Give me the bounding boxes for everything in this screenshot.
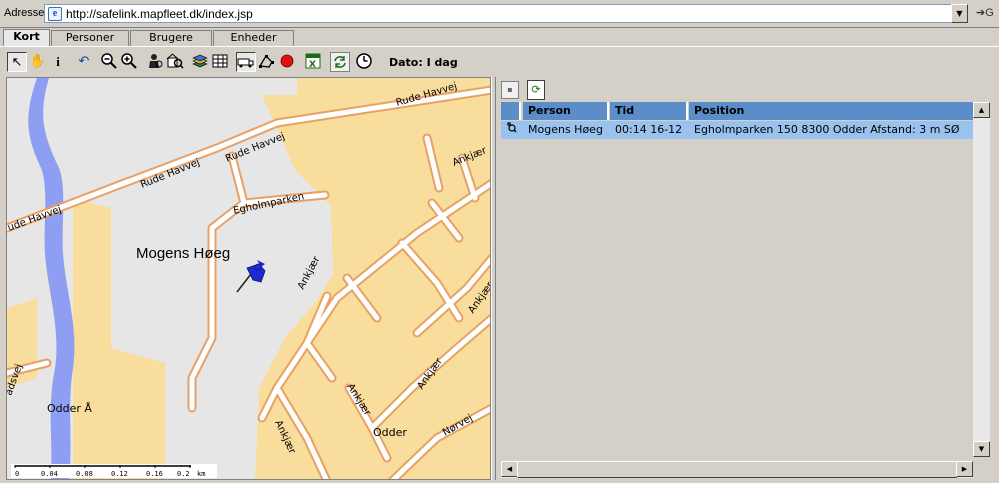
page-icon: e xyxy=(48,7,62,21)
undo-icon[interactable]: ↶ xyxy=(74,52,94,72)
svg-text:X: X xyxy=(309,60,316,70)
go-button[interactable]: ➔G xyxy=(976,6,994,19)
road-label-ankjaer-2: Ankjær xyxy=(296,254,323,291)
address-url[interactable]: http://safelink.mapfleet.dk/index.jsp xyxy=(66,7,253,21)
horizontal-scroll-thumb[interactable] xyxy=(517,461,957,478)
refresh-list-icon[interactable]: ⟳ xyxy=(527,80,545,100)
cell-tid: 00:14 16-12 xyxy=(615,123,683,136)
scale-tick-1: 0.04 xyxy=(41,470,58,478)
scale-tick-2: 0.08 xyxy=(76,470,93,478)
zoom-in-icon[interactable] xyxy=(119,52,139,72)
scroll-up-button[interactable]: ▲ xyxy=(973,102,990,118)
address-input[interactable]: e http://safelink.mapfleet.dk/index.jsp xyxy=(44,4,968,23)
column-header-position[interactable]: Position xyxy=(689,102,973,120)
go-arrow-icon: ➔ xyxy=(976,7,986,19)
date-label: Dato: I dag xyxy=(389,56,458,69)
go-label: G xyxy=(985,7,994,19)
person-marker-label: Mogens Høeg xyxy=(136,245,230,262)
excel-icon[interactable]: X xyxy=(303,52,323,72)
address-bar: Adresse e http://safelink.mapfleet.dk/in… xyxy=(0,0,999,28)
hand-icon[interactable]: ✋ xyxy=(28,52,48,72)
place-label-odder: Odder xyxy=(373,426,407,439)
route-icon[interactable] xyxy=(236,52,256,72)
select-all-checkbox[interactable]: ▪ xyxy=(501,81,519,99)
scale-tick-0: 0 xyxy=(15,470,19,478)
scale-tick-5: 0.2 xyxy=(177,470,190,478)
layers-icon[interactable] xyxy=(190,52,210,72)
panel-splitter[interactable] xyxy=(491,77,496,480)
column-header-tid[interactable]: Tid xyxy=(610,102,688,120)
clock-icon[interactable] xyxy=(354,52,374,72)
info-icon[interactable]: i xyxy=(48,52,68,72)
scale-bar: 0 0.04 0.08 0.12 0.16 0.2 km xyxy=(11,464,217,478)
zoom-out-icon[interactable] xyxy=(99,52,119,72)
scroll-down-button[interactable]: ▼ xyxy=(973,441,990,457)
map-view[interactable]: Rude Havvej Rude Havvej Rude Havvej ude … xyxy=(6,77,491,480)
scale-unit: km xyxy=(197,470,205,478)
tab-enheder[interactable]: Enheder xyxy=(213,30,294,46)
column-header-person[interactable]: Person xyxy=(523,102,609,120)
find-person-icon[interactable] xyxy=(145,52,165,72)
grid-icon[interactable] xyxy=(210,52,230,72)
person-pin-icon[interactable] xyxy=(236,260,266,293)
address-label: Adresse xyxy=(4,7,45,19)
address-dropdown-button[interactable]: ▼ xyxy=(951,4,968,23)
positions-table: Person Tid Position Mogens Høeg 00:14 16… xyxy=(501,102,973,467)
find-address-icon[interactable] xyxy=(165,52,185,72)
tab-kort[interactable]: Kort xyxy=(3,29,50,46)
scale-tick-4: 0.16 xyxy=(146,470,163,478)
tab-brugere[interactable]: Brugere xyxy=(130,30,212,46)
tab-personer[interactable]: Personer xyxy=(51,30,129,46)
locate-person-icon[interactable] xyxy=(501,121,523,139)
pointer-icon[interactable]: ↖ xyxy=(7,52,27,72)
horizontal-scrollbar[interactable]: ◀ ▶ xyxy=(501,461,973,478)
scroll-right-button[interactable]: ▶ xyxy=(956,461,973,477)
table-row[interactable]: Mogens Høeg 00:14 16-12 Egholmparken 150… xyxy=(501,121,973,139)
record-icon[interactable] xyxy=(277,52,297,72)
positions-panel: ▪ ⟳ Person Tid Position Mogens Høeg 00:1… xyxy=(497,77,996,480)
refresh-icon[interactable] xyxy=(330,52,350,72)
cell-position: Egholmparken 150 8300 Odder Afstand: 3 m… xyxy=(694,123,960,136)
column-header-icon xyxy=(501,102,521,120)
vertical-scrollbar[interactable]: ▲ ▼ xyxy=(973,102,990,457)
polygon-icon[interactable] xyxy=(256,52,276,72)
cell-person: Mogens Høeg xyxy=(528,123,603,136)
map-toolbar: ↖ ✋ i ↶ X Dato: I dag xyxy=(0,46,999,76)
place-label-odder-aa: Odder Å xyxy=(47,402,92,415)
scroll-left-button[interactable]: ◀ xyxy=(501,461,518,477)
scale-tick-3: 0.12 xyxy=(111,470,128,478)
main-tabs: Kort Personer Brugere Enheder xyxy=(0,29,999,46)
map-canvas: Rude Havvej Rude Havvej Rude Havvej ude … xyxy=(7,78,490,479)
